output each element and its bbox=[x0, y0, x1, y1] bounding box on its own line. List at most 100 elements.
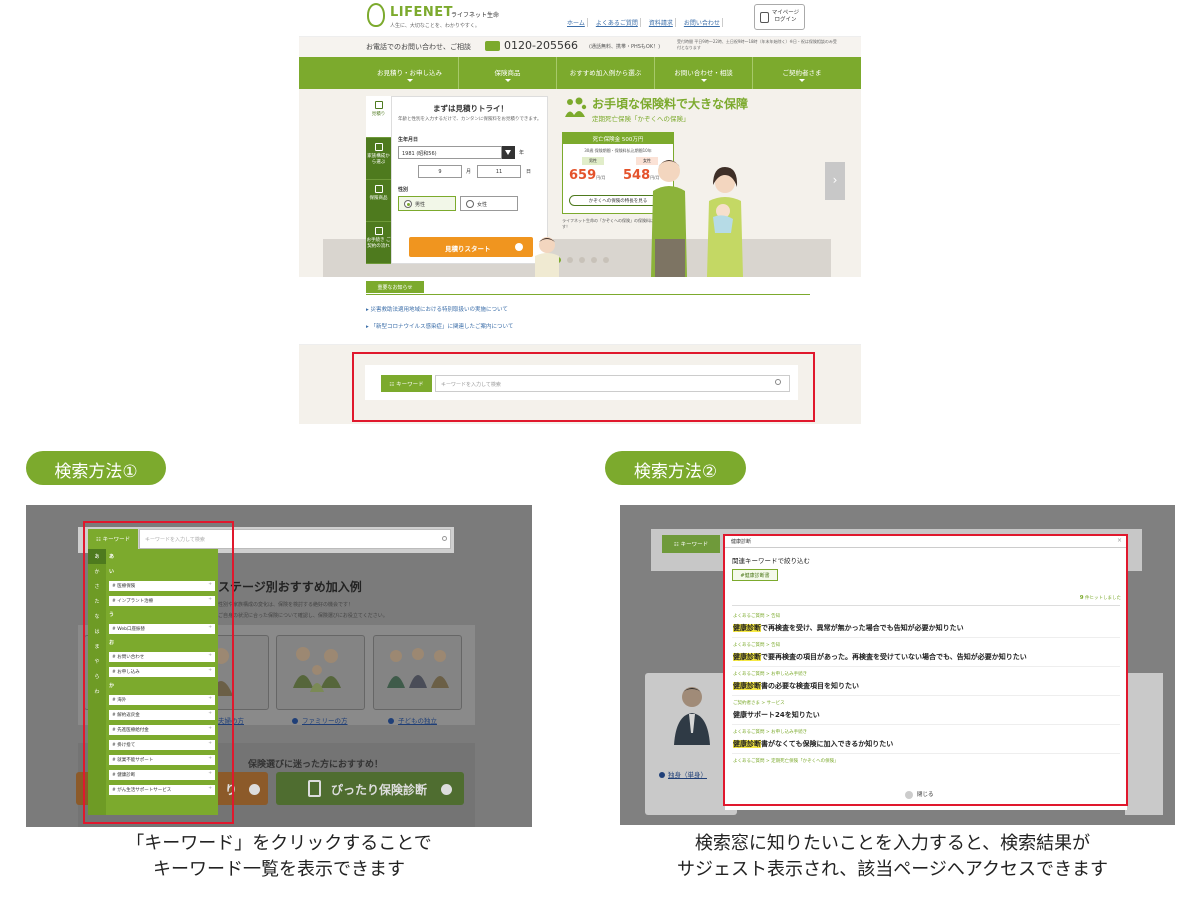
sex-male-radio[interactable]: 男性 bbox=[398, 196, 456, 211]
news-item-text: 「新型コロナウイルス感染症」に関連したご案内について bbox=[370, 324, 514, 330]
quote-start-button[interactable]: 見積りスタート bbox=[409, 237, 533, 257]
phone-note: (通話無料、携帯・PHSもOK！) bbox=[589, 44, 661, 50]
sex-female-radio[interactable]: 女性 bbox=[460, 196, 518, 211]
child-illustration bbox=[535, 237, 559, 277]
clipboard-icon bbox=[308, 780, 321, 797]
carousel-dot[interactable] bbox=[567, 257, 573, 263]
chevron-down-icon bbox=[407, 79, 413, 82]
quote-title: まずは見積りトライ！ bbox=[433, 104, 508, 113]
tab-products[interactable]: 保険商品 bbox=[366, 180, 391, 222]
carousel-dot[interactable] bbox=[579, 257, 585, 263]
sex-label: 性別 bbox=[398, 187, 409, 193]
diagnosis-heading: 保険選びに迷った方におすすめ！ bbox=[248, 760, 384, 770]
nav-item-examples[interactable]: おすすめ加入例から選ぶ bbox=[557, 57, 655, 89]
nav-item-policyholders[interactable]: ご契約者さま bbox=[753, 57, 851, 89]
radio-icon bbox=[466, 200, 474, 208]
chevron-down-icon bbox=[799, 79, 805, 82]
radio-checked-icon bbox=[404, 200, 412, 208]
year-unit: 年 bbox=[519, 150, 525, 156]
caption-line: サジェスト表示され、該当ページへアクセスできます bbox=[677, 859, 1108, 881]
person-illustration bbox=[674, 687, 710, 745]
chevron-down-icon bbox=[701, 79, 707, 82]
top-link-brochure[interactable]: 資料請求 bbox=[647, 18, 676, 27]
carousel-dot[interactable] bbox=[591, 257, 597, 263]
arrow-circle-icon bbox=[515, 243, 523, 251]
birth-month-input[interactable]: 9 bbox=[418, 165, 462, 178]
mypage-login-button[interactable]: マイページ ログイン bbox=[754, 4, 805, 30]
nav-item-quote[interactable]: お見積り・お申し込み bbox=[361, 57, 459, 89]
birth-year-select[interactable]: 1981 (昭和56) bbox=[398, 146, 502, 159]
male-tag: 男性 bbox=[582, 157, 604, 165]
tab-procedure[interactable]: お手続き ご契約の流れ bbox=[366, 222, 391, 264]
free-dial-icon bbox=[485, 41, 500, 51]
search-highlight-box bbox=[352, 352, 815, 422]
phone-hours: 受付時間 平日9時〜22時、土日祝9時〜18時（年末年始除く）※日・祝は保険相談… bbox=[677, 39, 837, 50]
top-link-contact[interactable]: お問い合わせ bbox=[682, 18, 723, 27]
section-desc: ご自身の状況に合った保険について確認し、保険選びにお役立てください。 bbox=[218, 613, 388, 619]
example-card[interactable] bbox=[373, 635, 462, 710]
single-link[interactable]: 独身（単身） bbox=[659, 769, 707, 779]
male-price: 659円/月 bbox=[569, 168, 606, 183]
family-link[interactable]: ファミリーの方 bbox=[292, 715, 348, 725]
site-header: LIFENET ライフネット生命 人生に、大切なことを、わかりやすく。 ホーム … bbox=[299, 0, 861, 37]
caption-line: 「キーワード」をクリックすることで bbox=[126, 833, 432, 854]
phone-number[interactable]: 0120-205566 bbox=[504, 39, 578, 52]
top-link-faq[interactable]: よくあるご質問 bbox=[594, 18, 641, 27]
family-illustration bbox=[651, 160, 743, 277]
birth-day-input[interactable]: 11 bbox=[477, 165, 521, 178]
chevron-down-icon[interactable] bbox=[502, 146, 515, 159]
news-item[interactable]: ▸ 「新型コロナウイルス感染症」に関連したご案内について bbox=[366, 322, 513, 330]
quote-desc: 年齢と性別を入力するだけで、カンタンに保険料をお見積りできます。 bbox=[398, 117, 542, 122]
nav-label: ご契約者さま bbox=[782, 69, 822, 77]
nav-label: お見積り・お申し込み bbox=[377, 69, 442, 77]
nav-item-contact[interactable]: お問い合わせ・相談 bbox=[655, 57, 753, 89]
tab-quote[interactable]: 見積り bbox=[366, 96, 391, 138]
caption-line: 検索窓に知りたいことを入力すると、検索結果が bbox=[694, 833, 1091, 854]
mypage-label: マイページ ログイン bbox=[771, 9, 800, 23]
top-link-home[interactable]: ホーム bbox=[565, 18, 588, 27]
quote-start-label: 見積りスタート bbox=[445, 245, 491, 253]
promo-title: お手頃な保険料で大きな保障 bbox=[592, 97, 749, 111]
price-card-head: 死亡保険金 500万円 bbox=[563, 133, 673, 144]
phone-lead: お電話でのお問い合わせ、ご相談 bbox=[366, 43, 471, 51]
tagline: 人生に、大切なことを、わかりやすく。 bbox=[390, 23, 480, 29]
document-icon bbox=[374, 185, 383, 193]
news-section: 重要なお知らせ ▸ 災害救助法適用地域における特別取扱いの実施について ▸ 「新… bbox=[299, 277, 861, 345]
carousel-dot[interactable] bbox=[603, 257, 609, 263]
quote-side-tabs: 見積り 家族構成から選ぶ 保険商品 お手続き ご契約の流れ bbox=[366, 96, 391, 264]
nav-label: おすすめ加入例から選ぶ bbox=[569, 69, 642, 77]
family-illustration bbox=[293, 647, 341, 692]
nav-item-products[interactable]: 保険商品 bbox=[459, 57, 557, 89]
logo-jp: ライフネット生命 bbox=[451, 12, 500, 19]
example-card[interactable] bbox=[1125, 673, 1163, 815]
chevron-down-icon bbox=[505, 79, 511, 82]
tab-label: 見積り bbox=[371, 112, 386, 117]
tab-label: 保険商品 bbox=[369, 196, 388, 201]
carousel-next-button[interactable]: › bbox=[825, 162, 845, 200]
family-icon bbox=[374, 143, 383, 151]
tab-label: 家族構成から選ぶ bbox=[367, 154, 390, 165]
example-card[interactable] bbox=[276, 635, 365, 710]
arrow-circle-icon bbox=[249, 784, 260, 795]
section-heading: ステージ別おすすめ加入例 bbox=[218, 580, 362, 594]
news-item[interactable]: ▸ 災害救助法適用地域における特別取扱いの実施について bbox=[366, 305, 508, 313]
day-unit: 日 bbox=[526, 169, 532, 175]
family-illustration bbox=[387, 648, 449, 688]
tab-family[interactable]: 家族構成から選ぶ bbox=[366, 138, 391, 180]
logo-face-icon bbox=[367, 3, 385, 27]
nav-label: お問い合わせ・相談 bbox=[674, 69, 733, 77]
keyword-button[interactable]: ☷ キーワード bbox=[662, 535, 720, 553]
logo-text[interactable]: LIFENET bbox=[390, 5, 453, 20]
child-independence-link[interactable]: 子どもの独立 bbox=[388, 715, 437, 725]
male-label: 男性 bbox=[415, 202, 426, 208]
diagnosis-button-label: ぴったり保険診断 bbox=[331, 783, 428, 797]
top-links: ホーム よくあるご質問 資料請求 お問い合わせ bbox=[565, 18, 723, 27]
perfect-insurance-diagnosis-button[interactable]: ぴったり保険診断 bbox=[276, 772, 464, 805]
search-icon[interactable] bbox=[442, 536, 447, 541]
pen-icon bbox=[374, 227, 383, 235]
month-unit: 月 bbox=[466, 169, 472, 175]
arrow-circle-icon bbox=[441, 784, 452, 795]
section-desc: 性別や家族構成の変化は、保険を検討する絶好の機会です！ bbox=[218, 602, 354, 608]
method-2-pill: 検索方法② bbox=[605, 451, 746, 485]
family-icon bbox=[565, 97, 587, 117]
